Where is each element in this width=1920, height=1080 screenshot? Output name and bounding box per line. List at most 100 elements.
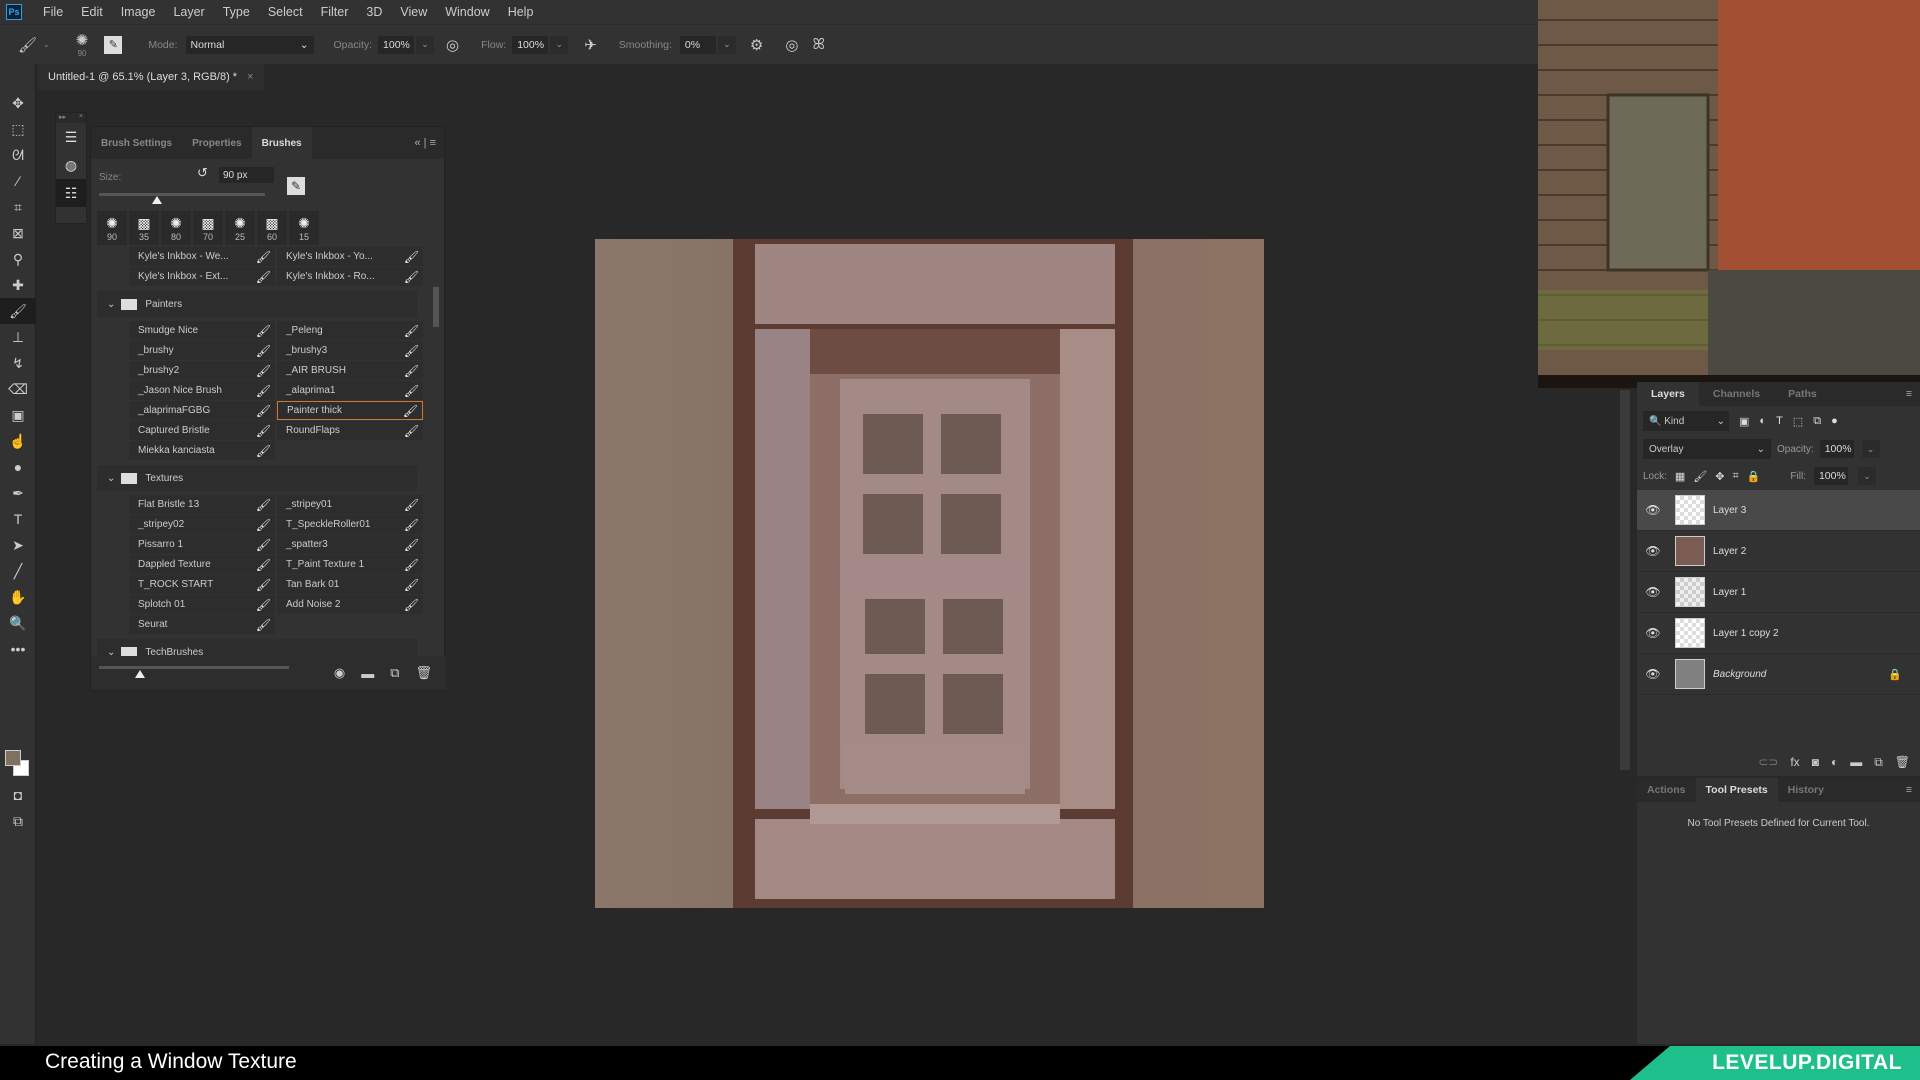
size-slider[interactable] <box>99 193 265 196</box>
filter-toggle-icon[interactable]: ● <box>1831 415 1838 427</box>
path-selection-tool-icon[interactable]: ➤ <box>0 532 36 558</box>
link-layers-icon[interactable]: ⊂⊃ <box>1758 755 1778 769</box>
mode-select[interactable]: Normal ⌄ <box>185 35 314 54</box>
brush-list-scrollbar[interactable] <box>433 287 439 327</box>
tab-history[interactable]: History <box>1778 778 1834 802</box>
tab-properties[interactable]: Properties <box>182 127 251 159</box>
pressure-opacity-icon[interactable]: ◎ <box>446 36 459 54</box>
brush-item[interactable]: Pissarro 1 🖌 <box>129 535 275 554</box>
pen-tool-icon[interactable]: ✒ <box>0 480 36 506</box>
menu-edit[interactable]: Edit <box>81 5 103 19</box>
layer-row[interactable]: 👁 Layer 3 <box>1637 490 1920 531</box>
brush-tool-icon[interactable]: 🖌 <box>0 298 36 324</box>
eyedropper-tool-icon[interactable]: ⚲ <box>0 246 36 272</box>
expand-icon[interactable]: ▸▸ <box>59 113 66 123</box>
layer-row[interactable]: 👁 Layer 2 <box>1637 531 1920 572</box>
smoothing-input[interactable]: 0% <box>679 35 716 54</box>
eye-icon[interactable]: 👁 <box>1637 503 1669 517</box>
document-canvas[interactable] <box>595 239 1264 908</box>
trash-icon[interactable]: 🗑 <box>1895 755 1910 769</box>
size-input[interactable]: 90 px <box>219 167 274 183</box>
menu-select[interactable]: Select <box>268 5 303 19</box>
eye-icon[interactable]: 👁 <box>1637 626 1669 640</box>
brush-item[interactable]: Seurat 🖌 <box>129 615 275 634</box>
zoom-tool-icon[interactable]: 🔍 <box>0 610 36 636</box>
brushes-panel-icon[interactable]: ☷ <box>56 179 86 207</box>
healing-brush-tool-icon[interactable]: ✚ <box>0 272 36 298</box>
brush-item[interactable]: _stripey02 🖌 <box>129 515 275 534</box>
brush-group[interactable]: ⌄ Textures <box>97 465 417 491</box>
filter-shape-icon[interactable]: ⬚ <box>1793 415 1803 428</box>
reset-icon[interactable]: ↺ <box>197 165 208 181</box>
brush-item[interactable]: Painter thick 🖌 <box>277 401 423 420</box>
brush-item[interactable]: _spatter3 🖌 <box>277 535 423 554</box>
brush-item[interactable]: _brushy2 🖌 <box>129 361 275 380</box>
brush-item[interactable]: Kyle's Inkbox - Yo... 🖌 <box>277 247 423 266</box>
document-tab[interactable]: Untitled-1 @ 65.1% (Layer 3, RGB/8) * × <box>38 64 264 90</box>
magic-wand-tool-icon[interactable]: ⁄ <box>0 168 36 194</box>
opacity-dropdown[interactable]: ⌄ <box>416 35 435 54</box>
recent-brush[interactable]: ✺ 80 <box>161 211 191 245</box>
tab-paths[interactable]: Paths <box>1774 388 1831 400</box>
brush-item[interactable]: Kyle's Inkbox - We... 🖌 <box>129 247 275 266</box>
brush-item[interactable]: _brushy3 🖌 <box>277 341 423 360</box>
hand-tool-icon[interactable]: ✋ <box>0 584 36 610</box>
brush-item[interactable]: _Peleng 🖌 <box>277 321 423 340</box>
blend-mode-select[interactable]: Overlay ⌄ <box>1643 439 1771 459</box>
layer-row[interactable]: 👁 Layer 1 <box>1637 572 1920 613</box>
brush-settings-toggle[interactable]: ✎ <box>104 35 123 54</box>
smudge-tool-icon[interactable]: ☝ <box>0 428 36 454</box>
marquee-tool-icon[interactable]: ⬚ <box>0 116 36 142</box>
brush-item[interactable]: _Jason Nice Brush 🖌 <box>129 381 275 400</box>
menu-view[interactable]: View <box>400 5 427 19</box>
brush-item[interactable]: Smudge Nice 🖌 <box>129 321 275 340</box>
foreground-color-swatch[interactable] <box>5 750 21 766</box>
filter-smart-object-icon[interactable]: ⧉ <box>1813 415 1821 428</box>
canvas-vertical-scrollbar[interactable] <box>1620 390 1630 770</box>
symmetry-butterfly-icon[interactable]: ꕤ <box>812 36 824 53</box>
brush-item[interactable]: Dappled Texture 🖌 <box>129 555 275 574</box>
tool-preset-picker[interactable]: 🖌 ⌄ <box>18 36 50 54</box>
more-tools-icon[interactable]: ••• <box>0 636 36 662</box>
screen-mode-icon[interactable]: ⧉ <box>0 808 36 834</box>
lock-artboard-icon[interactable]: ⌗ <box>1733 470 1739 483</box>
close-icon[interactable]: × <box>79 113 83 123</box>
add-mask-icon[interactable]: ◙ <box>1812 755 1819 769</box>
eye-icon[interactable]: 👁 <box>1637 585 1669 599</box>
gradient-tool-icon[interactable]: ▣ <box>0 402 36 428</box>
size-slider-thumb[interactable] <box>152 196 163 204</box>
brush-group[interactable]: ⌄ Painters <box>97 291 417 317</box>
brush-item[interactable]: _alaprima1 🖌 <box>277 381 423 400</box>
layer-row[interactable]: 👁 Layer 1 copy 2 <box>1637 613 1920 654</box>
menu-window[interactable]: Window <box>445 5 489 19</box>
adjustment-layer-icon[interactable]: ◐ <box>1831 755 1838 769</box>
frame-tool-icon[interactable]: ⊠ <box>0 220 36 246</box>
lock-transparent-icon[interactable]: ▦ <box>1675 470 1685 483</box>
move-tool-icon[interactable]: ✥ <box>0 90 36 116</box>
lasso-tool-icon[interactable]: ᘛ <box>0 142 36 168</box>
brush-item[interactable]: Splotch 01 🖌 <box>129 595 275 614</box>
chevron-down-icon[interactable]: ⌄ <box>107 473 115 484</box>
filter-pixel-icon[interactable]: ▣ <box>1739 415 1749 428</box>
brush-item[interactable]: Tan Bark 01 🖌 <box>277 575 423 594</box>
menu-image[interactable]: Image <box>121 5 156 19</box>
tab-actions[interactable]: Actions <box>1637 778 1696 802</box>
history-brush-tool-icon[interactable]: ↯ <box>0 350 36 376</box>
lock-position-icon[interactable]: ✥ <box>1715 470 1724 483</box>
menu-layer[interactable]: Layer <box>173 5 204 19</box>
lock-all-icon[interactable]: 🔒 <box>1747 470 1761 483</box>
chevron-down-icon[interactable]: ⌄ <box>107 299 115 310</box>
brush-item[interactable]: Flat Bristle 13 🖌 <box>129 495 275 514</box>
brush-preset-picker[interactable]: ✺ 90 <box>76 31 89 58</box>
preview-size-slider[interactable] <box>99 666 289 669</box>
new-layer-icon[interactable]: ⧉ <box>1874 755 1883 770</box>
eye-icon[interactable]: 👁 <box>1637 544 1669 558</box>
brush-item[interactable]: _alaprimaFGBG 🖌 <box>129 401 275 420</box>
tab-brushes[interactable]: Brushes <box>251 127 312 159</box>
recent-brush[interactable]: ▩ 35 <box>129 211 159 245</box>
brush-item[interactable]: _AIR BRUSH 🖌 <box>277 361 423 380</box>
brush-item[interactable]: Kyle's Inkbox - Ext... 🖌 <box>129 267 275 286</box>
lock-image-icon[interactable]: 🖌 <box>1693 470 1707 483</box>
new-brush-preset-icon[interactable]: ✎ <box>287 177 305 195</box>
line-tool-icon[interactable]: ╱ <box>0 558 36 584</box>
